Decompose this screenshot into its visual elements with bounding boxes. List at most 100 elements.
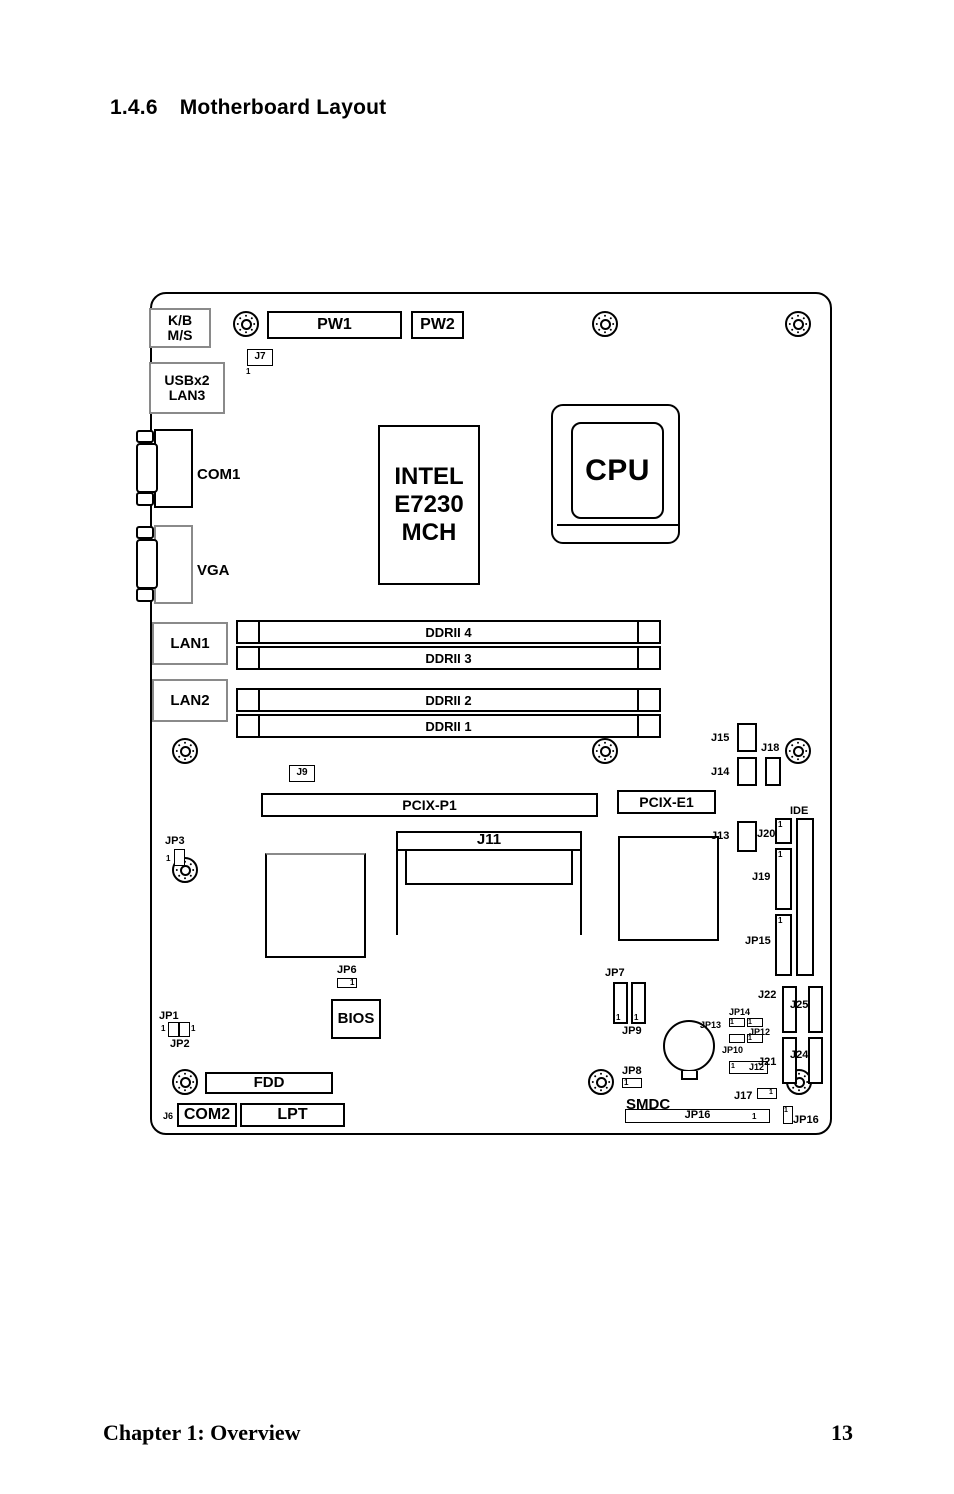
slot-cap-right: [637, 648, 659, 668]
slot-pcix-p1-label: PCIX-P1: [402, 797, 457, 813]
connector-j24[interactable]: [808, 1037, 823, 1084]
jumper-jp2-label: JP2: [170, 1038, 190, 1050]
hole-dot: [611, 749, 615, 753]
port-com1-body[interactable]: [154, 429, 193, 508]
hole-dot: [790, 755, 794, 759]
jumper-jp13-pin1: 1: [748, 1019, 752, 1026]
connector-j24-label: J24: [790, 1049, 809, 1061]
cpu-socket[interactable]: CPU: [551, 404, 680, 544]
jumper-jp12-label: JP12: [749, 1027, 771, 1037]
hole-dot: [804, 322, 808, 326]
hole-dot: [177, 1074, 181, 1078]
hole-dot: [597, 328, 601, 332]
hole-dot: [250, 316, 254, 320]
slot-pcix-p1[interactable]: PCIX-P1: [261, 793, 598, 817]
jumper-jp13-label: JP14: [729, 1007, 751, 1017]
jumper-jp1[interactable]: [168, 1022, 179, 1037]
connector-pw2[interactable]: PW2: [411, 311, 464, 339]
hole-dot: [183, 1072, 187, 1076]
connector-fdd[interactable]: FDD: [205, 1072, 333, 1094]
hole-dot: [183, 741, 187, 745]
jumper-jp2-pin1: 1: [191, 1024, 196, 1033]
connector-j14[interactable]: [737, 757, 757, 786]
slot-ddrii3[interactable]: DDRII 3: [236, 646, 661, 670]
jumper-jp10[interactable]: [729, 1034, 745, 1043]
jumper-jp11-pin1: 1: [730, 1019, 734, 1026]
slot-pcix-e1[interactable]: PCIX-E1: [617, 790, 716, 814]
slot-ddrii4[interactable]: DDRII 4: [236, 620, 661, 644]
connector-fdd-label: FDD: [253, 1074, 285, 1092]
port-lpt[interactable]: LPT: [240, 1103, 345, 1127]
hole-dot: [175, 1080, 179, 1084]
hole-dot: [189, 755, 193, 759]
hole-dot: [603, 330, 607, 334]
connector-pw1[interactable]: PW1: [267, 311, 402, 339]
footer-page-number: 13: [831, 1420, 853, 1445]
connector-j15-label: J15: [711, 732, 730, 744]
jumper-jp2[interactable]: [179, 1022, 190, 1037]
jumper-jp9-label: JP9: [622, 1025, 642, 1037]
slot-pcix-e1-label: PCIX-E1: [639, 794, 694, 810]
jumper-jp14-pin1: 1: [752, 1112, 757, 1121]
slot-ddrii2[interactable]: DDRII 2: [236, 688, 661, 712]
connector-j18-label: J18: [761, 742, 780, 754]
jumper-jp14[interactable]: JP16: [625, 1109, 770, 1123]
mounting-hole: [785, 311, 811, 337]
connector-j7-pin1: 1: [246, 367, 251, 376]
connector-j14-label: J14: [711, 766, 730, 778]
jumper-jp7-pin1: 1: [616, 1013, 621, 1022]
hole-dot: [177, 755, 181, 759]
hole-dot: [244, 314, 248, 318]
hole-dot: [595, 322, 599, 326]
hole-dot: [183, 1088, 187, 1092]
hole-dot: [175, 749, 179, 753]
connector-j7[interactable]: J7: [247, 349, 273, 366]
port-lan1[interactable]: LAN1: [152, 622, 228, 665]
hole-dot: [591, 1080, 595, 1084]
port-com1-shell: [136, 443, 158, 493]
hole-dot: [191, 868, 195, 872]
hole-dot: [593, 1074, 597, 1078]
connector-j25[interactable]: [808, 986, 823, 1033]
hole-dot: [177, 874, 181, 878]
hole-dot: [607, 1080, 611, 1084]
connector-j15[interactable]: [737, 723, 757, 752]
connector-j25-label: J25: [790, 999, 809, 1011]
port-lan2[interactable]: LAN2: [152, 679, 228, 722]
connector-pw2-label: PW2: [420, 315, 455, 333]
port-com2[interactable]: COM2: [177, 1103, 237, 1127]
hole-dot: [803, 1086, 807, 1090]
hole-dot: [790, 328, 794, 332]
hole-dot: [593, 1086, 597, 1090]
jumper-jp3[interactable]: [174, 849, 185, 866]
connector-j9[interactable]: J9: [289, 765, 315, 782]
connector-j12-pin1: 1: [731, 1063, 735, 1070]
port-vga-tab-bottom: [136, 588, 154, 602]
hole-dot: [597, 316, 601, 320]
footer-chapter: Chapter 1: Overview: [103, 1420, 301, 1445]
slot-ddrii1[interactable]: DDRII 1: [236, 714, 661, 738]
hole-dot: [790, 743, 794, 747]
connector-j20-label: J20: [757, 828, 776, 840]
hole-dot: [183, 757, 187, 761]
jumper-jp3-label: JP3: [165, 835, 185, 847]
port-vga-body[interactable]: [154, 525, 193, 604]
connector-j17[interactable]: [757, 1088, 777, 1099]
chip-intel-mch: INTEL E7230 MCH: [378, 425, 480, 585]
slot-j11[interactable]: J11: [396, 831, 582, 935]
connector-ide[interactable]: [796, 818, 814, 976]
port-usb-lan3[interactable]: USBx2 LAN3: [149, 362, 225, 414]
connector-pw1-label: PW1: [317, 315, 352, 333]
hole-dot: [597, 743, 601, 747]
hole-dot: [796, 757, 800, 761]
hole-dot: [189, 1074, 193, 1078]
slot-cap-left: [238, 622, 260, 642]
hole-dot: [803, 1074, 807, 1078]
connector-j18[interactable]: [765, 757, 781, 786]
port-lan1-label: LAN1: [170, 634, 210, 652]
connector-j13[interactable]: [737, 821, 757, 852]
port-kb-ms[interactable]: K/B M/S: [149, 308, 211, 348]
connector-j21-label: J21: [758, 1056, 777, 1068]
hole-dot: [189, 1086, 193, 1090]
connector-j17-pin1: 1: [769, 1089, 773, 1096]
